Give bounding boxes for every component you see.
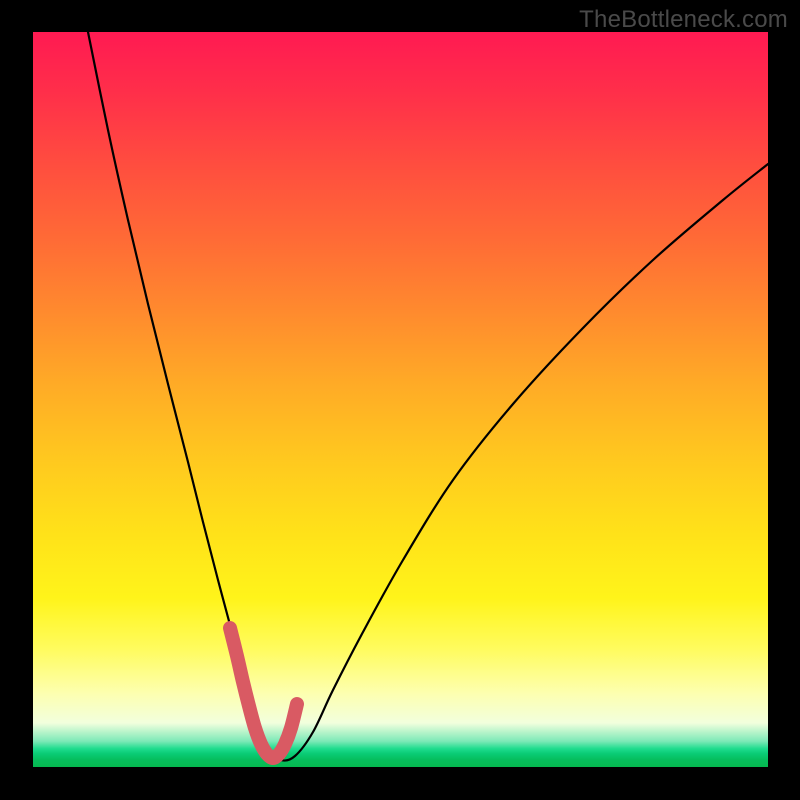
- bottleneck-curve: [88, 32, 768, 761]
- watermark-text: TheBottleneck.com: [579, 6, 788, 34]
- curve-layer: [33, 32, 768, 767]
- highlight-segment: [230, 628, 297, 758]
- chart-frame: TheBottleneck.com: [0, 0, 800, 800]
